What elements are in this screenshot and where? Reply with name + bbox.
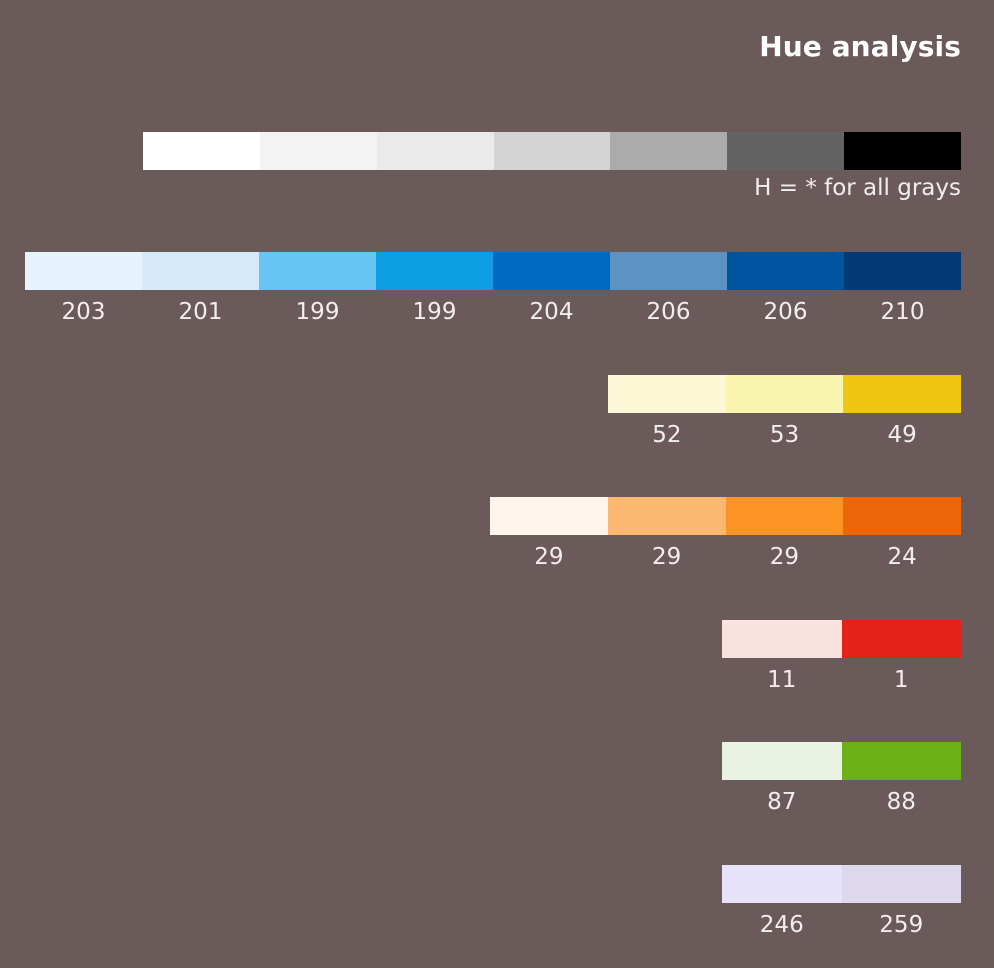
swatch-bar-grays <box>143 132 962 170</box>
swatch-bar-oranges <box>490 497 961 535</box>
color-swatch <box>841 742 961 780</box>
color-swatch <box>841 620 961 658</box>
swatch-labels-reds: 11 1 <box>722 663 961 697</box>
swatch-labels-oranges: 29 29 29 24 <box>490 540 961 574</box>
hue-value-label: 199 <box>295 299 340 325</box>
hue-value-label: 246 <box>759 912 804 938</box>
hue-analysis-page: Hue analysis H = * for all grays 203 201 1… <box>0 0 994 968</box>
color-swatch <box>259 252 376 290</box>
color-swatch <box>727 252 844 290</box>
hue-value-label: 1 <box>893 667 909 693</box>
color-swatch <box>727 132 845 170</box>
color-swatch <box>722 620 842 658</box>
hue-value-label: 199 <box>412 299 457 325</box>
color-swatch <box>142 252 259 290</box>
swatch-bar-reds <box>722 620 961 658</box>
hue-value-label: 49 <box>887 422 917 448</box>
hue-value-label: 88 <box>886 789 916 815</box>
color-swatch <box>25 252 142 290</box>
swatch-labels-yellows: 52 53 49 <box>608 418 961 452</box>
hue-value-label: 11 <box>767 667 797 693</box>
color-swatch <box>843 375 962 413</box>
color-swatch <box>259 132 377 170</box>
page-title: Hue analysis <box>759 30 961 63</box>
color-swatch <box>844 252 961 290</box>
color-swatch <box>607 497 726 535</box>
swatch-row-reds: 11 1 <box>722 620 961 697</box>
hue-value-label: 29 <box>534 544 564 570</box>
swatch-row-oranges: 29 29 29 24 <box>490 497 961 574</box>
swatch-row-greens: 87 88 <box>722 742 961 819</box>
color-swatch <box>844 132 962 170</box>
color-swatch <box>725 497 844 535</box>
color-swatch <box>376 252 493 290</box>
hue-value-label: 29 <box>651 544 682 570</box>
gray-hue-note: H = * for all grays <box>754 175 961 201</box>
swatch-row-grays <box>143 132 962 170</box>
hue-value-label: 206 <box>646 299 691 325</box>
hue-value-label: 52 <box>652 422 682 448</box>
swatch-row-blues: 203 201 199 199 204 206 206 210 <box>25 252 961 329</box>
hue-value-label: 53 <box>769 422 800 448</box>
swatch-bar-greens <box>722 742 961 780</box>
color-swatch <box>722 742 842 780</box>
swatch-labels-purples: 246 259 <box>722 908 961 942</box>
color-swatch <box>610 252 727 290</box>
swatch-labels-greens: 87 88 <box>722 785 961 819</box>
hue-value-label: 29 <box>769 544 800 570</box>
color-swatch <box>843 497 961 535</box>
color-swatch <box>608 375 726 413</box>
color-swatch <box>143 132 260 170</box>
swatch-bar-yellows <box>608 375 962 413</box>
color-swatch <box>725 375 844 413</box>
hue-value-label: 201 <box>178 299 223 325</box>
color-swatch <box>376 132 494 170</box>
color-swatch <box>493 132 611 170</box>
hue-value-label: 24 <box>887 544 917 570</box>
swatch-bar-purples <box>722 865 961 903</box>
hue-value-label: 204 <box>529 299 574 325</box>
color-swatch <box>841 865 961 903</box>
swatch-bar-blues <box>25 252 961 290</box>
swatch-row-yellows: 52 53 49 <box>608 375 962 452</box>
color-swatch <box>610 132 728 170</box>
hue-value-label: 210 <box>880 299 925 325</box>
color-swatch <box>490 497 608 535</box>
swatch-labels-blues: 203 201 199 199 204 206 206 210 <box>25 295 961 329</box>
color-swatch <box>722 865 842 903</box>
color-swatch <box>493 252 610 290</box>
hue-value-label: 87 <box>767 789 797 815</box>
swatch-row-purples: 246 259 <box>722 865 961 942</box>
hue-value-label: 206 <box>763 299 808 325</box>
hue-value-label: 203 <box>61 299 106 325</box>
hue-value-label: 259 <box>879 912 924 938</box>
